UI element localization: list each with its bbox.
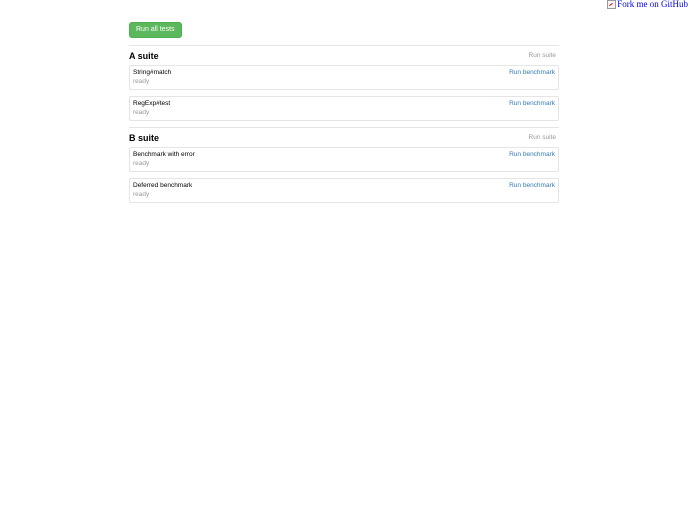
broken-image-icon — [607, 0, 617, 9]
run-all-tests-button[interactable]: Run all tests — [129, 22, 182, 38]
suite-header: B suite Run suite — [129, 129, 559, 146]
suite-header: A suite Run suite — [129, 47, 559, 64]
benchmark-item: Benchmark with error ready Run benchmark — [129, 147, 559, 172]
run-suite-button[interactable]: Run suite — [529, 52, 556, 59]
run-suite-button[interactable]: Run suite — [529, 134, 556, 141]
benchmark-status: ready — [133, 191, 150, 198]
benchmark-status: ready — [133, 109, 150, 116]
benchmark-name: String#match — [133, 69, 172, 76]
benchmark-item: String#match ready Run benchmark — [129, 65, 559, 90]
suite-title: A suite — [129, 50, 159, 61]
benchmark-name: RegExp#test — [133, 100, 171, 107]
benchmark-container: Run all tests A suite Run suite String#m… — [129, 18, 559, 203]
benchmark-item: RegExp#test ready Run benchmark — [129, 96, 559, 121]
benchmark-name: Benchmark with error — [133, 151, 195, 158]
suite-a: A suite Run suite String#match ready Run… — [129, 45, 559, 121]
run-benchmark-link[interactable]: Run benchmark — [509, 151, 555, 158]
benchmark-status: ready — [133, 78, 150, 85]
benchmark-name: Deferred benchmark — [133, 182, 193, 189]
run-benchmark-link[interactable]: Run benchmark — [509, 100, 555, 107]
run-benchmark-link[interactable]: Run benchmark — [509, 182, 555, 189]
suite-title: B suite — [129, 132, 160, 143]
suite-b: B suite Run suite Benchmark with error r… — [129, 127, 559, 203]
benchmark-item: Deferred benchmark ready Run benchmark — [129, 178, 559, 203]
run-benchmark-link[interactable]: Run benchmark — [509, 69, 555, 76]
fork-me-on-github-link[interactable]: Fork me on GitHub — [607, 0, 688, 9]
fork-me-alt-text: Fork me on GitHub — [617, 0, 688, 9]
benchmark-status: ready — [133, 160, 150, 167]
